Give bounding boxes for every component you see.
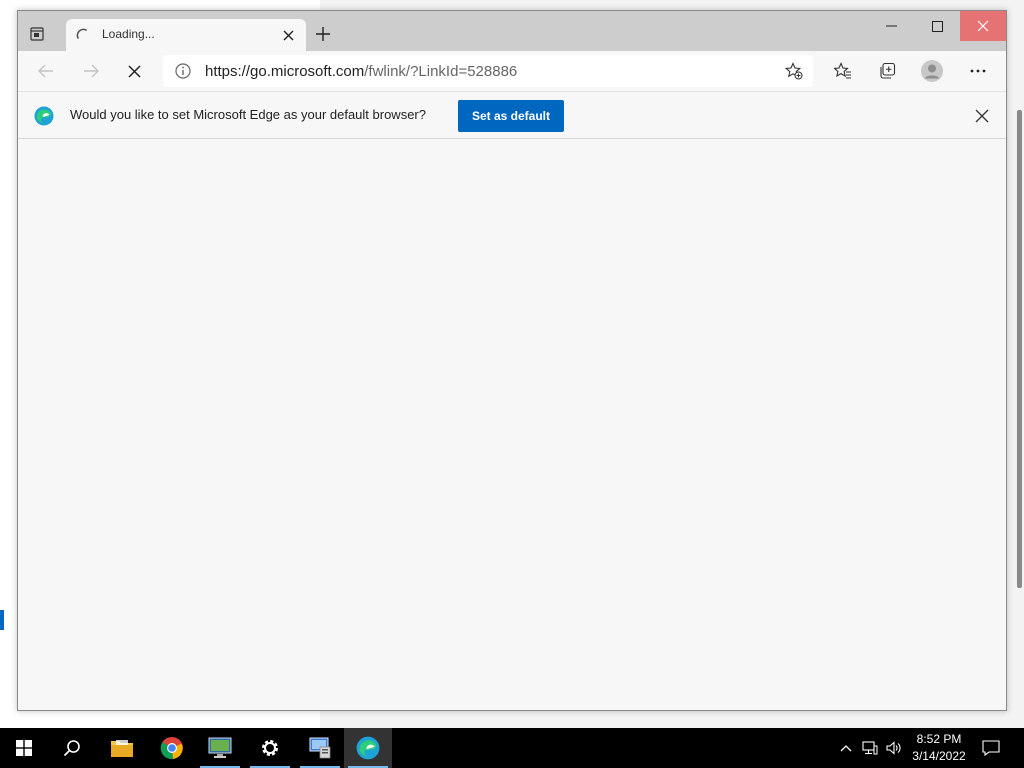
info-icon[interactable] [175,63,191,79]
start-windows-icon[interactable] [0,728,48,768]
set-as-default-button[interactable]: Set as default [458,100,564,132]
collections-icon[interactable] [875,59,899,83]
chrome-icon[interactable] [148,728,196,768]
taskbar: 8:52 PM 3/14/2022 [0,728,1024,768]
tab-close-icon[interactable] [280,27,296,43]
tab-actions-icon[interactable] [26,23,48,45]
network-icon[interactable] [862,740,878,756]
forward-arrow-icon[interactable] [79,59,103,83]
page-content-area[interactable] [18,139,1006,710]
infobar-close-icon[interactable] [974,108,990,124]
maximize-button[interactable] [914,11,960,41]
server-manager-icon[interactable] [296,728,344,768]
edge-browser-window: Loading... https://go.microsoft.com/fwli… [17,10,1007,711]
url-domain: https://go.microsoft.com [205,63,365,80]
url-path: /fwlink/?LinkId=528886 [364,63,518,80]
clock-time: 8:52 PM [916,732,962,746]
navigation-toolbar: https://go.microsoft.com/fwlink/?LinkId=… [18,51,1006,91]
close-window-button[interactable] [960,11,1006,41]
settings-gear-icon[interactable] [246,728,294,768]
tab-title: Loading... [102,27,155,41]
system-clock[interactable]: 8:52 PM 3/14/2022 [906,731,972,765]
favorites-icon[interactable] [831,59,855,83]
add-favorite-icon[interactable] [785,62,803,80]
remote-desktop-icon[interactable] [196,728,244,768]
title-bar: Loading... [18,11,1006,51]
address-bar[interactable]: https://go.microsoft.com/fwlink/?LinkId=… [163,55,813,87]
background-window-scrollbar [1017,110,1022,588]
tab-loading[interactable]: Loading... [66,19,306,51]
show-hidden-icons-chevron-icon[interactable] [838,740,854,756]
default-browser-infobar: Would you like to set Microsoft Edge as … [18,91,1006,139]
back-arrow-icon[interactable] [34,59,58,83]
infobar-message: Would you like to set Microsoft Edge as … [70,107,426,122]
profile-icon[interactable] [920,59,944,83]
new-tab-plus-icon[interactable] [314,25,332,43]
volume-icon[interactable] [886,740,902,756]
loading-spinner-icon [76,28,87,39]
file-explorer-icon[interactable] [98,728,146,768]
edge-taskbar-icon[interactable] [344,728,392,768]
search-icon[interactable] [48,728,96,768]
background-window-selection-indicator [0,610,4,630]
notification-center-icon[interactable] [976,736,1006,760]
clock-date: 3/14/2022 [912,749,966,763]
more-icon[interactable] [966,59,990,83]
stop-loading-icon[interactable] [122,59,146,83]
edge-logo-icon [34,106,54,126]
url-text: https://go.microsoft.com/fwlink/?LinkId=… [205,63,517,80]
minimize-button[interactable] [868,11,914,41]
